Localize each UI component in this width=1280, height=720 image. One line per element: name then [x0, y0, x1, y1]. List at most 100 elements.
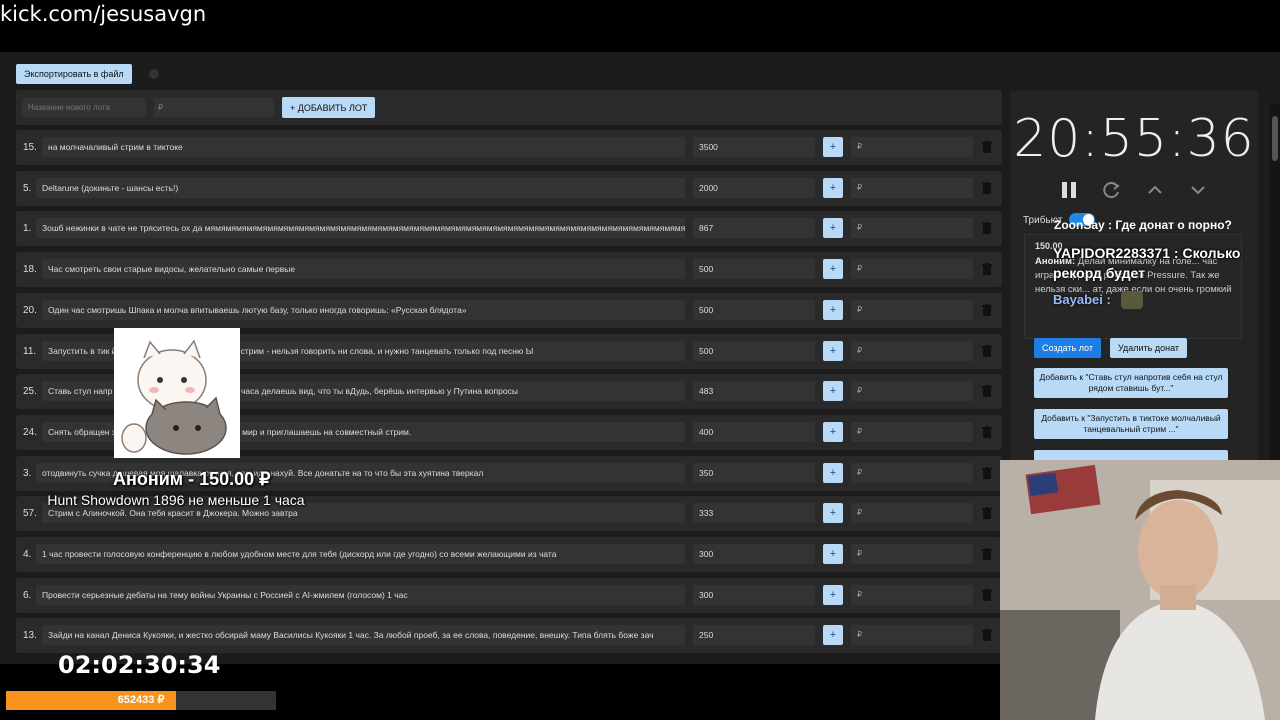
export-button[interactable]: Экспортировать в файл: [16, 64, 132, 84]
lot-donate-input[interactable]: ₽: [851, 177, 973, 198]
lot-add-button[interactable]: +: [823, 218, 843, 239]
progress-label: 652433 ₽: [117, 694, 165, 706]
trash-icon[interactable]: [980, 466, 994, 480]
trash-icon[interactable]: [980, 344, 994, 358]
lot-amount-field[interactable]: 400: [693, 421, 815, 442]
lot-add-button[interactable]: +: [823, 421, 843, 442]
lot-name-field[interactable]: Час смотреть свои старые видосы, желател…: [42, 259, 685, 280]
donation-progress-bar: 652433 ₽: [6, 691, 276, 710]
lot-number: 25.: [23, 386, 37, 398]
main-timer: 20:55:36: [1013, 109, 1255, 169]
lot-add-button[interactable]: +: [823, 259, 843, 280]
lot-add-button[interactable]: +: [823, 137, 843, 157]
lot-number: 20.: [23, 304, 37, 316]
lot-amount-field[interactable]: 250: [693, 625, 815, 646]
chat-message: YAPIDOR2283371 : Сколько рекорд будет: [1053, 243, 1278, 283]
lot-donate-input[interactable]: ₽: [851, 218, 973, 239]
lot-number: 11.: [23, 345, 37, 357]
lot-donate-input[interactable]: ₽: [851, 503, 973, 524]
lot-number: 18.: [23, 264, 37, 276]
lot-donate-input[interactable]: ₽: [851, 259, 973, 280]
scroll-thumb[interactable]: [1272, 116, 1278, 161]
trash-icon[interactable]: [980, 221, 994, 235]
lot-amount-field[interactable]: 300: [693, 584, 815, 605]
lot-donate-input[interactable]: ₽: [851, 584, 973, 605]
lot-amount-field[interactable]: 500: [693, 299, 815, 320]
chevron-down-icon[interactable]: [1187, 179, 1209, 201]
lot-add-button[interactable]: +: [823, 462, 843, 483]
lot-donate-input[interactable]: ₽: [851, 340, 973, 361]
trash-icon[interactable]: [980, 547, 994, 561]
trash-icon[interactable]: [980, 588, 994, 602]
lot-amount-field[interactable]: 333: [693, 503, 815, 524]
trash-icon[interactable]: [980, 425, 994, 439]
lot-amount-field[interactable]: 500: [693, 340, 815, 361]
lot-donate-input[interactable]: ₽: [851, 462, 973, 483]
trash-icon[interactable]: [980, 181, 994, 195]
new-lot-price-input[interactable]: [154, 98, 274, 117]
lot-donate-input[interactable]: ₽: [851, 625, 973, 646]
lot-number: 6.: [23, 589, 32, 601]
chevron-up-icon[interactable]: [1144, 179, 1166, 201]
create-lot-button[interactable]: Создать лот: [1034, 338, 1101, 358]
lot-row: 18. Час смотреть свои старые видосы, жела…: [16, 252, 1002, 288]
lot-number: 13.: [23, 630, 37, 642]
cat-sticker-icon: [114, 328, 240, 458]
lot-row: 1. Зошб нежинки в чате не тряситесь ох да…: [16, 211, 1002, 247]
lot-donate-input[interactable]: ₽: [851, 137, 973, 157]
lot-amount-field[interactable]: 483: [693, 381, 815, 402]
lot-add-button[interactable]: +: [823, 503, 843, 524]
trash-icon[interactable]: [980, 262, 994, 276]
lot-row: 4. 1 час провести голосовую конференцию в…: [16, 537, 1002, 572]
pause-icon[interactable]: [1058, 179, 1080, 201]
chat-message: Bayabei :: [1053, 292, 1111, 307]
trash-icon[interactable]: [980, 303, 994, 317]
lot-donate-input[interactable]: ₽: [851, 421, 973, 442]
lot-row: 20. Один час смотришь Шпака и молча впиты…: [16, 292, 1002, 328]
lot-name-field[interactable]: Провести серьезные дебаты на тему войны …: [36, 584, 685, 605]
trash-icon[interactable]: [980, 140, 994, 154]
add-lot-button[interactable]: + ДОБАВИТЬ ЛОТ: [282, 97, 376, 118]
new-lot-name-input[interactable]: [22, 98, 146, 117]
lot-name-field[interactable]: Зайди на канал Дениса Кукояки, и жестко …: [42, 625, 685, 646]
trash-icon[interactable]: [980, 628, 994, 642]
lot-name-field[interactable]: на молчачаливый стрим в тиктоке: [42, 137, 685, 157]
lot-row: 5. Deltarune (докиньте - шансы есть!) 2000…: [16, 170, 1002, 206]
lot-add-button[interactable]: +: [823, 299, 843, 320]
lot-add-button[interactable]: +: [823, 177, 843, 198]
lot-amount-field[interactable]: 350: [693, 462, 815, 483]
delete-donate-button[interactable]: Удалить донат: [1110, 338, 1188, 358]
lot-donate-input[interactable]: ₽: [851, 381, 973, 402]
donation-alert-message: Hunt Showdown 1896 не меньше 1 часа: [47, 492, 305, 508]
lot-amount-field[interactable]: 500: [693, 259, 815, 280]
chat-emote-icon: [1121, 291, 1143, 309]
chat-username: YAPIDOR2283371: [1053, 245, 1171, 261]
lot-add-button[interactable]: +: [823, 340, 843, 361]
add-lot-row: + ДОБАВИТЬ ЛОТ: [16, 90, 1002, 125]
lot-name-field[interactable]: 1 час провести голосовую конференцию в л…: [36, 544, 685, 564]
lot-add-button[interactable]: +: [823, 625, 843, 646]
lot-amount-field[interactable]: 2000: [693, 177, 815, 198]
trash-icon[interactable]: [980, 384, 994, 398]
lot-number: 1.: [23, 223, 32, 235]
add-to-lot-button[interactable]: Добавить к "Ставь стул напротив себя на …: [1034, 368, 1228, 398]
lot-amount-field[interactable]: 867: [693, 218, 815, 239]
lot-name-field[interactable]: Зошб нежинки в чате не тряситесь ох да м…: [36, 218, 685, 239]
lot-row: 13. Зайди на канал Дениса Кукояки, и жест…: [16, 618, 1002, 654]
lot-number: 24.: [23, 426, 37, 438]
lot-donate-input[interactable]: ₽: [851, 299, 973, 320]
refresh-icon[interactable]: [1100, 179, 1122, 201]
trash-icon[interactable]: [980, 506, 994, 520]
dim-dot-icon: [149, 69, 159, 79]
lot-amount-field[interactable]: 3500: [693, 137, 815, 157]
lot-add-button[interactable]: +: [823, 381, 843, 402]
lot-add-button[interactable]: +: [823, 584, 843, 605]
lot-donate-input[interactable]: ₽: [851, 544, 973, 564]
lot-name-field[interactable]: Один час смотришь Шпака и молча впитывае…: [42, 299, 685, 320]
lot-add-button[interactable]: +: [823, 544, 843, 564]
add-to-lot-button[interactable]: Добавить к "Запустить в тиктоке молчалив…: [1034, 409, 1228, 439]
lot-number: 4.: [23, 549, 32, 560]
lot-amount-field[interactable]: 300: [693, 544, 815, 564]
lot-name-field[interactable]: Deltarune (докиньте - шансы есть!): [36, 177, 685, 198]
lot-row: 15. на молчачаливый стрим в тиктоке 3500 + ₽: [16, 130, 1002, 165]
